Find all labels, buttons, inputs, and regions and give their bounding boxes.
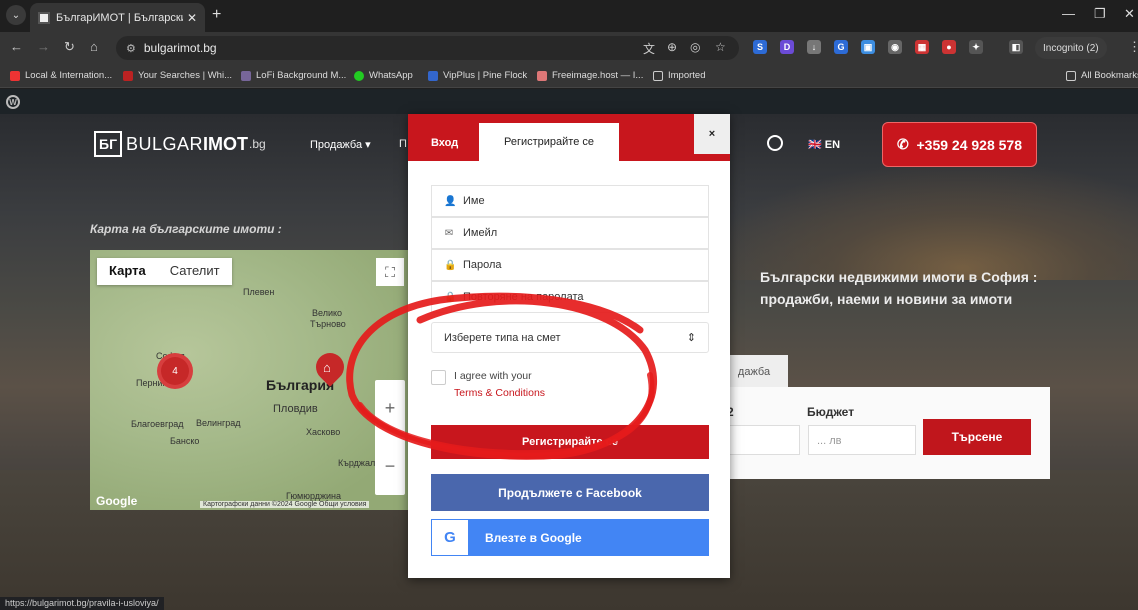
- wp-admin-bar: [0, 89, 1138, 114]
- search-tab-sale[interactable]: дажба: [720, 355, 788, 388]
- menu-icon[interactable]: ⋮: [1128, 39, 1138, 55]
- facebook-login-button[interactable]: Продължете с Facebook: [431, 474, 709, 511]
- extension-icon[interactable]: D: [780, 40, 794, 54]
- close-modal-button[interactable]: ×: [694, 114, 730, 154]
- nav-item-partial[interactable]: П: [399, 138, 407, 150]
- map-zoom-control: + −: [375, 380, 405, 495]
- bookmark-item[interactable]: Local & Internation...: [10, 70, 112, 81]
- name-field[interactable]: 👤 Име: [431, 185, 709, 217]
- user-account-icon[interactable]: [767, 135, 783, 151]
- map-attribution[interactable]: Картографски данни ©2024 Google Общи усл…: [200, 501, 370, 508]
- extensions-puzzle-icon[interactable]: ✦: [969, 40, 983, 54]
- tracking-icon[interactable]: ◎: [690, 40, 700, 54]
- side-panel-icon[interactable]: ◧: [1009, 40, 1023, 54]
- google-login-label: Влезте в Google: [485, 530, 582, 545]
- restore-icon[interactable]: ❐: [1094, 6, 1106, 22]
- extension-icon[interactable]: ●: [942, 40, 956, 54]
- logo-mark-icon: БГ: [94, 131, 122, 157]
- google-icon: G: [432, 520, 468, 555]
- extension-icon[interactable]: S: [753, 40, 767, 54]
- email-field[interactable]: ✉ Имейл: [431, 217, 709, 249]
- all-bookmarks-folder[interactable]: All Bookmarks: [1066, 70, 1138, 81]
- envelope-icon: ✉: [444, 227, 454, 239]
- google-login-button[interactable]: G Влезте в Google: [431, 519, 709, 556]
- extension-icon[interactable]: ↓: [807, 40, 821, 54]
- fullscreen-icon[interactable]: ⛶: [376, 258, 404, 286]
- property-map[interactable]: Плевен Велико Търново София Перник Бълга…: [90, 250, 410, 510]
- map-heading: Карта на българските имоти :: [90, 222, 282, 236]
- site-favicon-icon: [38, 11, 50, 24]
- password-field[interactable]: 🔒 Парола: [431, 249, 709, 281]
- forward-icon[interactable]: →: [37, 39, 50, 54]
- bookmark-star-icon[interactable]: ☆: [715, 40, 726, 54]
- map-tab-satellite[interactable]: Сателит: [158, 258, 232, 285]
- incognito-badge[interactable]: Incognito (2): [1035, 37, 1107, 59]
- translate-icon[interactable]: 文: [643, 40, 655, 57]
- agree-text: I agree with your: [454, 370, 532, 382]
- bookmark-folder[interactable]: Imported: [653, 70, 706, 81]
- lock-icon: 🔒: [444, 291, 457, 303]
- tab-login[interactable]: Вход: [431, 137, 458, 149]
- site-info-icon[interactable]: ⚙: [126, 42, 136, 55]
- zoom-out-icon[interactable]: −: [385, 456, 396, 477]
- hero-sunset: [700, 160, 1138, 280]
- logo-tld: .bg: [249, 137, 266, 151]
- home-icon[interactable]: ⌂: [90, 39, 98, 54]
- search-field[interactable]: [720, 425, 800, 455]
- minimize-icon[interactable]: —: [1062, 6, 1075, 21]
- language-switch[interactable]: 🇬🇧 EN: [808, 138, 840, 151]
- tab-title: БългарИМОТ | Български недв: [56, 11, 183, 24]
- confirm-password-field[interactable]: 🔒 Повторяне на паролата: [431, 281, 709, 313]
- zoom-in-icon[interactable]: +: [385, 398, 396, 419]
- register-button[interactable]: Регистрирайте се: [431, 425, 709, 459]
- logo-text-bold: IMOT: [203, 133, 249, 154]
- select-arrows-icon: ⇕: [686, 332, 696, 344]
- user-icon: 👤: [444, 195, 457, 207]
- extension-icon[interactable]: ▦: [915, 40, 929, 54]
- search-button[interactable]: Търсене: [923, 419, 1031, 455]
- wordpress-icon[interactable]: W: [6, 95, 20, 109]
- account-type-select[interactable]: Изберете типа на смет ⇕: [431, 322, 709, 353]
- bookmark-item[interactable]: Freeimage.host — I...: [537, 70, 643, 81]
- terms-link[interactable]: Terms & Conditions: [454, 387, 545, 399]
- google-logo: Google: [96, 494, 138, 508]
- extension-icon[interactable]: ▣: [861, 40, 875, 54]
- lock-icon: 🔒: [444, 259, 457, 271]
- close-tab-icon[interactable]: ✕: [187, 11, 197, 25]
- url-text: bulgarimot.bg: [143, 41, 217, 55]
- bookmark-item[interactable]: VipPlus | Pine Flock: [428, 70, 527, 81]
- status-bar-url: https://bulgarimot.bg/pravila-i-usloviya…: [0, 597, 164, 610]
- tab-search-icon[interactable]: ⌄: [6, 5, 26, 25]
- map-cluster-marker[interactable]: 4: [157, 353, 193, 389]
- hero-title: Български недвижими имоти в София : прод…: [760, 269, 1038, 307]
- budget-input[interactable]: ... лв: [808, 425, 916, 455]
- home-icon: ⌂: [323, 360, 331, 375]
- phone-button[interactable]: ✆ +359 24 928 578: [882, 122, 1037, 167]
- map-type-toggle: Карта Сателит: [97, 258, 232, 285]
- tab-register[interactable]: Регистрирайте се: [479, 123, 619, 161]
- site-logo[interactable]: БГ BULGAR IMOT .bg: [94, 131, 266, 157]
- new-tab-icon[interactable]: +: [212, 6, 221, 24]
- incognito-label: Incognito (2): [1043, 42, 1099, 54]
- zoom-icon[interactable]: ⊕: [667, 40, 677, 54]
- browser-tab[interactable]: БългарИМОТ | Български недв ✕: [30, 3, 205, 32]
- bookmark-item[interactable]: Your Searches | Whi...: [123, 70, 232, 81]
- bookmark-item[interactable]: WhatsApp: [354, 70, 413, 81]
- terms-checkbox[interactable]: [431, 370, 446, 385]
- bookmark-item[interactable]: LoFi Background M...: [241, 70, 346, 81]
- reload-icon[interactable]: ↻: [64, 39, 75, 55]
- budget-label: Бюджет: [807, 405, 855, 419]
- extension-icon[interactable]: ◉: [888, 40, 902, 54]
- back-icon[interactable]: ←: [10, 39, 23, 54]
- logo-text: BULGAR: [126, 133, 204, 154]
- extension-icon[interactable]: G: [834, 40, 848, 54]
- close-window-icon[interactable]: ✕: [1124, 6, 1135, 22]
- map-tab-map[interactable]: Карта: [97, 258, 158, 285]
- nav-sale[interactable]: Продажба ▾: [310, 138, 371, 151]
